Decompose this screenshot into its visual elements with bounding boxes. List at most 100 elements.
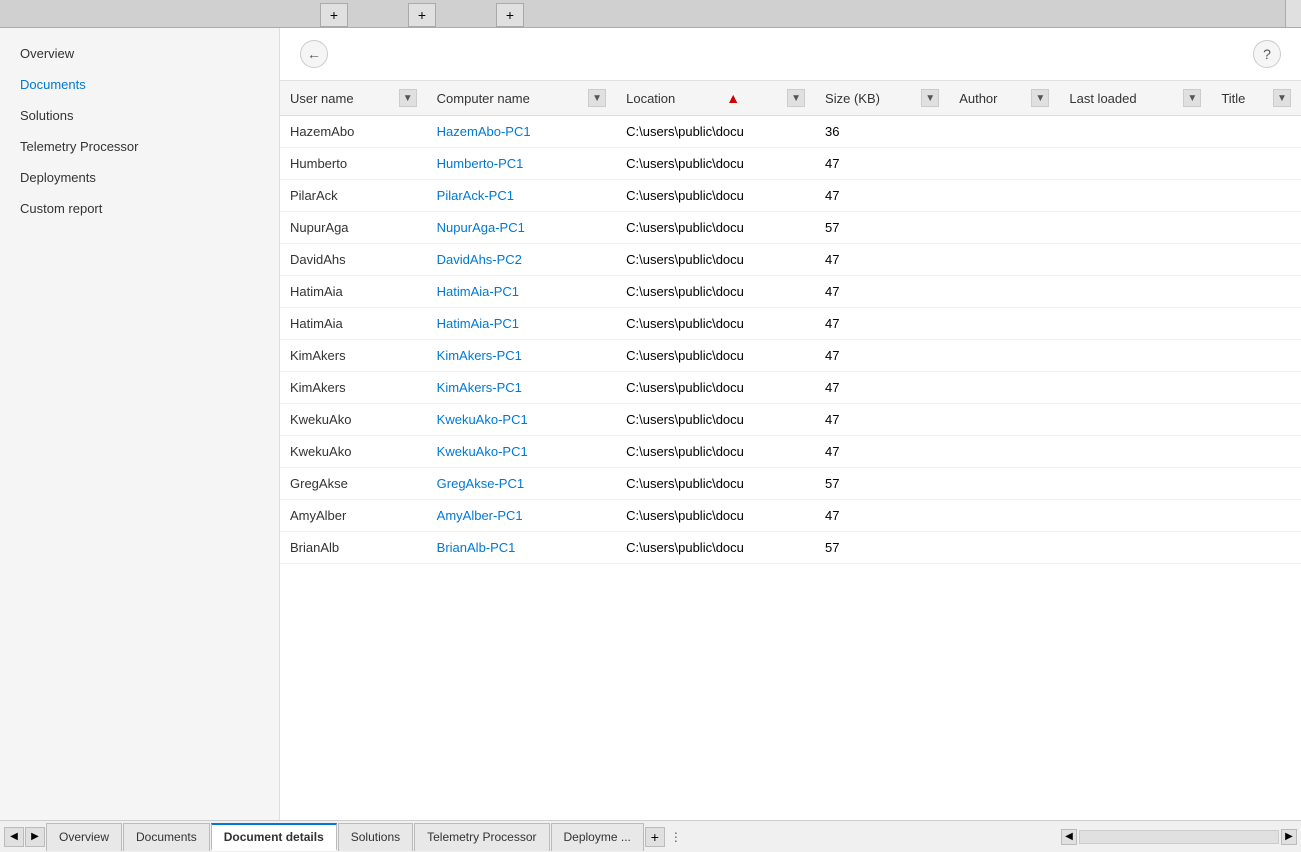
cell-title xyxy=(1211,116,1301,148)
cell-author xyxy=(949,468,1059,500)
cell-last-loaded xyxy=(1059,532,1211,564)
cell-username: KwekuAko xyxy=(280,436,427,468)
tab-documents[interactable]: Documents xyxy=(123,823,210,851)
table-row: KwekuAkoKwekuAko-PC1C:\users\public\docu… xyxy=(280,404,1301,436)
cell-last-loaded xyxy=(1059,180,1211,212)
scrollbar-left-button[interactable]: ◀ xyxy=(1061,829,1077,845)
tab-telemetry[interactable]: Telemetry Processor xyxy=(414,823,549,851)
table-row: KwekuAkoKwekuAko-PC1C:\users\public\docu… xyxy=(280,436,1301,468)
sidebar-item-solutions[interactable]: Solutions xyxy=(0,100,279,131)
cell-size: 57 xyxy=(815,468,949,500)
cell-username: DavidAhs xyxy=(280,244,427,276)
cell-location: C:\users\public\docu xyxy=(616,148,815,180)
cell-location: C:\users\public\docu xyxy=(616,468,815,500)
cell-size: 47 xyxy=(815,404,949,436)
sidebar-item-custom-report[interactable]: Custom report xyxy=(0,193,279,224)
tab-overview[interactable]: Overview xyxy=(46,823,122,851)
cell-computername: GregAkse-PC1 xyxy=(427,468,616,500)
sidebar: OverviewDocumentsSolutionsTelemetry Proc… xyxy=(0,28,280,820)
cell-computername: Humberto-PC1 xyxy=(427,148,616,180)
data-table-wrapper: User name▼Computer name▼Location▲▼Size (… xyxy=(280,81,1301,820)
cell-size: 47 xyxy=(815,148,949,180)
cell-author xyxy=(949,404,1059,436)
table-row: HatimAiaHatimAia-PC1C:\users\public\docu… xyxy=(280,308,1301,340)
filter-btn-computer-name[interactable]: ▼ xyxy=(588,89,606,107)
cell-username: HatimAia xyxy=(280,276,427,308)
cell-location: C:\users\public\docu xyxy=(616,244,815,276)
cell-title xyxy=(1211,148,1301,180)
filter-btn-location[interactable]: ▼ xyxy=(787,89,805,107)
help-button[interactable]: ? xyxy=(1253,40,1281,68)
cell-author xyxy=(949,180,1059,212)
content-panel: ← ? User name▼Computer name▼Location▲▼Si… xyxy=(280,28,1301,820)
table-row: HumbertoHumberto-PC1C:\users\public\docu… xyxy=(280,148,1301,180)
cell-last-loaded xyxy=(1059,148,1211,180)
add-tab-button[interactable]: + xyxy=(645,827,665,847)
cell-size: 47 xyxy=(815,436,949,468)
filter-btn-title[interactable]: ▼ xyxy=(1273,89,1291,107)
table-row: PilarAckPilarAck-PC1C:\users\public\docu… xyxy=(280,180,1301,212)
back-icon: ← xyxy=(307,46,321,62)
tab-solutions[interactable]: Solutions xyxy=(338,823,413,851)
cell-title xyxy=(1211,212,1301,244)
sidebar-item-telemetry-processor[interactable]: Telemetry Processor xyxy=(0,131,279,162)
cell-computername: KimAkers-PC1 xyxy=(427,340,616,372)
top-add-tab-2[interactable]: + xyxy=(408,3,436,27)
col-header-last-loaded: Last loaded▼ xyxy=(1059,81,1211,116)
back-button[interactable]: ← xyxy=(300,40,328,68)
cell-author xyxy=(949,532,1059,564)
cell-computername: NupurAga-PC1 xyxy=(427,212,616,244)
cell-size: 36 xyxy=(815,116,949,148)
cell-computername: KwekuAko-PC1 xyxy=(427,404,616,436)
cell-size: 47 xyxy=(815,244,949,276)
col-header-size: Size (KB)▼ xyxy=(815,81,949,116)
scroll-right-button[interactable]: ▶ xyxy=(25,827,45,847)
cell-author xyxy=(949,308,1059,340)
table-row: HatimAiaHatimAia-PC1C:\users\public\docu… xyxy=(280,276,1301,308)
tab-document-details[interactable]: Document details xyxy=(211,823,337,851)
cell-last-loaded xyxy=(1059,244,1211,276)
cell-author xyxy=(949,148,1059,180)
cell-computername: PilarAck-PC1 xyxy=(427,180,616,212)
cell-title xyxy=(1211,468,1301,500)
help-icon: ? xyxy=(1263,46,1271,62)
cell-location: C:\users\public\docu xyxy=(616,436,815,468)
filter-btn-user-name[interactable]: ▼ xyxy=(399,89,417,107)
cell-computername: HatimAia-PC1 xyxy=(427,308,616,340)
scrollbar-track[interactable] xyxy=(1079,830,1279,844)
top-add-tab-3[interactable]: + xyxy=(496,3,524,27)
scrollbar-right-button[interactable]: ▶ xyxy=(1281,829,1297,845)
more-tabs-button[interactable]: ⋮ xyxy=(666,828,686,846)
cell-last-loaded xyxy=(1059,372,1211,404)
bottom-tab-bar: ◀ ▶ OverviewDocumentsDocument detailsSol… xyxy=(0,820,1301,852)
filter-btn-size[interactable]: ▼ xyxy=(921,89,939,107)
cell-username: KimAkers xyxy=(280,340,427,372)
cell-computername: HatimAia-PC1 xyxy=(427,276,616,308)
cell-size: 47 xyxy=(815,180,949,212)
content-header: ← ? xyxy=(280,28,1301,81)
cell-author xyxy=(949,212,1059,244)
tab-deployments[interactable]: Deployme ... xyxy=(551,823,644,851)
filter-btn-last-loaded[interactable]: ▼ xyxy=(1183,89,1201,107)
sidebar-item-documents[interactable]: Documents xyxy=(0,69,279,100)
filter-btn-author[interactable]: ▼ xyxy=(1031,89,1049,107)
cell-username: Humberto xyxy=(280,148,427,180)
sidebar-item-deployments[interactable]: Deployments xyxy=(0,162,279,193)
cell-size: 47 xyxy=(815,276,949,308)
top-add-tab-1[interactable]: + xyxy=(320,3,348,27)
cell-computername: DavidAhs-PC2 xyxy=(427,244,616,276)
sidebar-item-overview[interactable]: Overview xyxy=(0,38,279,69)
cell-size: 47 xyxy=(815,372,949,404)
cell-username: PilarAck xyxy=(280,180,427,212)
scroll-left-button[interactable]: ◀ xyxy=(4,827,24,847)
cell-title xyxy=(1211,500,1301,532)
cell-author xyxy=(949,340,1059,372)
cell-size: 47 xyxy=(815,340,949,372)
cell-title xyxy=(1211,404,1301,436)
cell-computername: AmyAlber-PC1 xyxy=(427,500,616,532)
col-header-author: Author▼ xyxy=(949,81,1059,116)
cell-author xyxy=(949,116,1059,148)
cell-username: KwekuAko xyxy=(280,404,427,436)
col-header-computer-name: Computer name▼ xyxy=(427,81,616,116)
cell-last-loaded xyxy=(1059,468,1211,500)
